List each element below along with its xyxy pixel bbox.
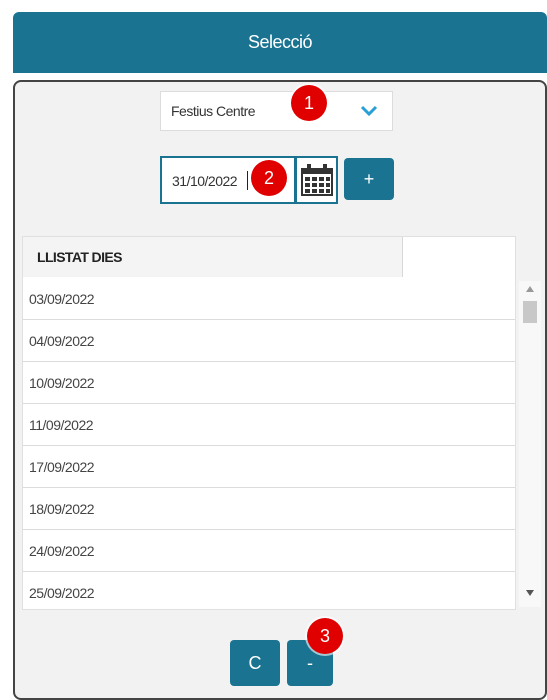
step-badge-1: 1	[291, 85, 327, 121]
festius-select-value: Festius Centre	[171, 103, 256, 119]
list-item[interactable]: 18/09/2022	[23, 488, 515, 530]
date-input-value: 31/10/2022	[172, 173, 238, 189]
step-badge-3: 3	[307, 618, 343, 654]
chevron-down-icon	[360, 105, 378, 117]
list-item[interactable]: 10/09/2022	[23, 362, 515, 404]
text-caret	[247, 171, 248, 190]
step-badge-2-label: 2	[263, 167, 274, 188]
clear-button-label: C	[248, 652, 262, 673]
add-date-button[interactable]: +	[344, 158, 394, 200]
list-item[interactable]: 17/09/2022	[23, 446, 515, 488]
panel-title: Selecció	[13, 12, 547, 73]
list-item-date: 24/09/2022	[29, 542, 95, 559]
scrollbar-thumb[interactable]	[523, 301, 537, 323]
scroll-up-icon[interactable]	[525, 285, 535, 293]
step-badge-1-label: 1	[303, 92, 314, 113]
list-item[interactable]: 11/09/2022	[23, 404, 515, 446]
festius-select[interactable]: Festius Centre	[160, 91, 393, 131]
list-item-date: 18/09/2022	[29, 500, 95, 517]
clear-button[interactable]: C	[230, 640, 280, 686]
list-item-date: 17/09/2022	[29, 458, 95, 475]
list-item-date: 11/09/2022	[29, 416, 94, 433]
list-rows: 03/09/2022 04/09/2022 10/09/2022 11/09/2…	[23, 278, 515, 609]
list-item[interactable]: 24/09/2022	[23, 530, 515, 572]
scroll-down-icon[interactable]	[525, 589, 535, 597]
list-item[interactable]: 04/09/2022	[23, 320, 515, 362]
calendar-button[interactable]	[296, 156, 338, 204]
calendar-icon	[300, 164, 333, 196]
add-date-button-label: +	[363, 168, 375, 189]
list-scrollbar[interactable]	[519, 281, 541, 607]
list-item[interactable]: 03/09/2022	[23, 278, 515, 320]
step-badge-3-label: 3	[319, 625, 330, 646]
list-item-date: 04/09/2022	[29, 332, 95, 349]
days-list: LLISTAT DIES 03/09/2022 04/09/2022 10/09…	[22, 236, 516, 610]
list-item-date: 10/09/2022	[29, 374, 95, 391]
remove-date-button-label: -	[307, 652, 313, 673]
list-item-date: 03/09/2022	[29, 290, 95, 307]
panel-title-text: Selecció	[247, 32, 313, 52]
list-header: LLISTAT DIES	[23, 237, 403, 277]
step-badge-2: 2	[251, 160, 287, 196]
list-header-label: LLISTAT DIES	[37, 249, 122, 265]
list-item-date: 25/09/2022	[29, 584, 95, 601]
list-item[interactable]: 25/09/2022	[23, 572, 515, 609]
